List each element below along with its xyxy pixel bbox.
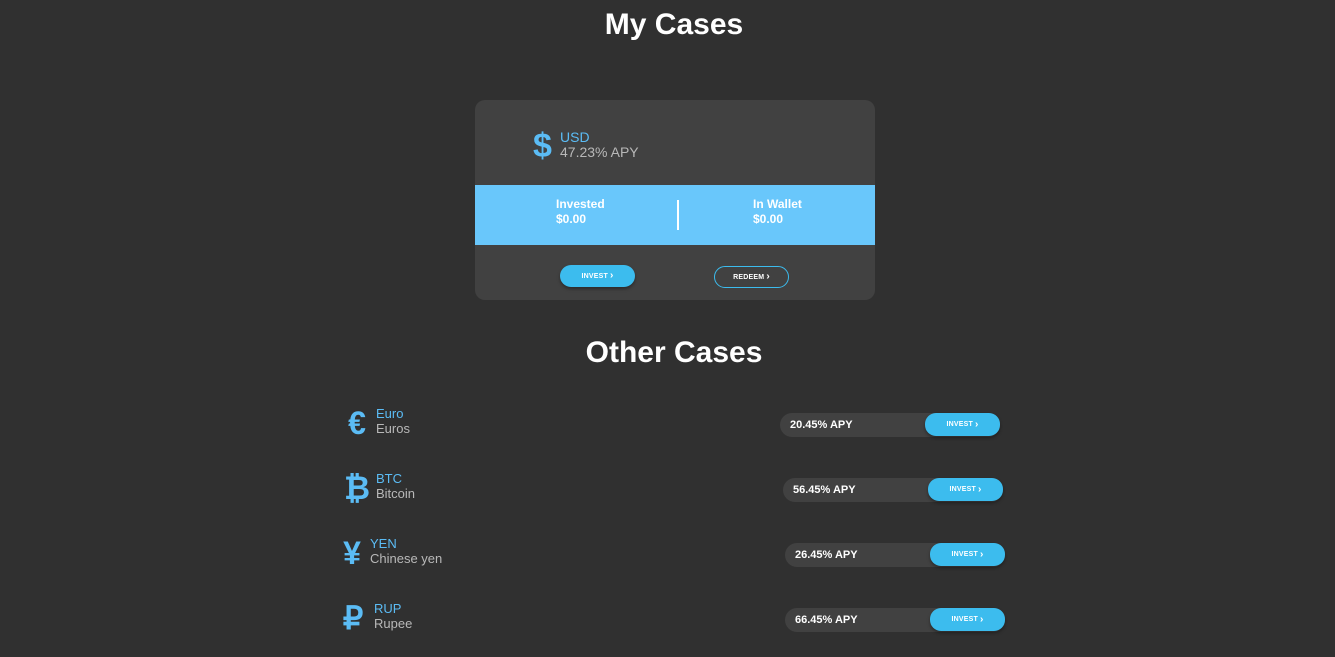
invest-button[interactable]: INVEST › — [928, 478, 1003, 501]
case-name: Rupee — [374, 616, 413, 631]
invest-button-label: INVEST — [951, 551, 978, 558]
invest-button[interactable]: INVEST › — [930, 608, 1005, 631]
stats-divider — [677, 200, 679, 230]
euro-icon: € — [348, 405, 366, 441]
invested-stat: Invested $0.00 — [556, 197, 605, 227]
other-case-btc: ₿ BTC Bitcoin 56.45% APY INVEST › — [0, 470, 1335, 510]
case-stats: Invested $0.00 In Wallet $0.00 — [475, 185, 875, 245]
chevron-right-icon: › — [974, 418, 979, 430]
my-case-card: $ USD 47.23% APY Invested $0.00 In Walle… — [475, 100, 875, 300]
invest-button[interactable]: INVEST › — [560, 265, 635, 287]
invested-label: Invested — [556, 197, 605, 211]
chevron-right-icon: › — [609, 270, 614, 281]
invest-button-label: INVEST — [951, 616, 978, 623]
case-code: Euro — [376, 406, 404, 421]
case-name: Chinese yen — [370, 551, 443, 566]
apy-pill: 20.45% APY INVEST › — [780, 413, 1000, 437]
other-case-yen: ¥ YEN Chinese yen 26.45% APY INVEST › — [0, 535, 1335, 575]
other-case-rup: ₽ RUP Rupee 66.45% APY INVEST › — [0, 600, 1335, 640]
wallet-stat: In Wallet $0.00 — [753, 197, 802, 227]
case-code: BTC — [376, 471, 402, 486]
section-title: Other Cases — [585, 336, 763, 369]
redeem-button[interactable]: REDEEM › — [714, 266, 789, 288]
apy-value: 56.45% APY — [793, 484, 856, 496]
redeem-button-label: REDEEM — [733, 273, 765, 281]
invest-button-label: INVEST — [581, 272, 608, 280]
other-case-euro: € Euro Euros 20.45% APY INVEST › — [0, 405, 1335, 445]
invest-button-label: INVEST — [949, 486, 976, 493]
yen-icon: ¥ — [343, 535, 361, 571]
apy-value: 66.45% APY — [795, 614, 858, 626]
bitcoin-icon: ₿ — [344, 470, 371, 506]
case-code: YEN — [370, 536, 397, 551]
page-title: My Cases — [604, 8, 744, 41]
apy-pill: 26.45% APY INVEST › — [785, 543, 1005, 567]
invest-button[interactable]: INVEST › — [925, 413, 1000, 436]
chevron-right-icon: › — [979, 613, 984, 625]
apy-value: 26.45% APY — [795, 549, 858, 561]
case-name: Bitcoin — [376, 486, 416, 501]
ruble-icon: ₽ — [342, 600, 364, 636]
chevron-right-icon: › — [977, 483, 982, 495]
apy-pill: 56.45% APY INVEST › — [783, 478, 1003, 502]
case-code: RUP — [374, 601, 402, 616]
apy-value: 20.45% APY — [790, 419, 853, 431]
case-apy: 47.23% APY — [560, 144, 639, 160]
invested-value: $0.00 — [556, 212, 587, 226]
invest-button[interactable]: INVEST › — [930, 543, 1005, 566]
chevron-right-icon: › — [766, 271, 770, 282]
chevron-right-icon: › — [979, 548, 984, 560]
wallet-label: In Wallet — [753, 197, 802, 211]
apy-pill: 66.45% APY INVEST › — [785, 608, 1005, 632]
wallet-value: $0.00 — [753, 212, 784, 226]
dollar-icon: $ — [533, 127, 552, 165]
case-name: Euros — [376, 421, 410, 436]
case-currency-code: USD — [560, 129, 590, 145]
invest-button-label: INVEST — [946, 421, 973, 428]
